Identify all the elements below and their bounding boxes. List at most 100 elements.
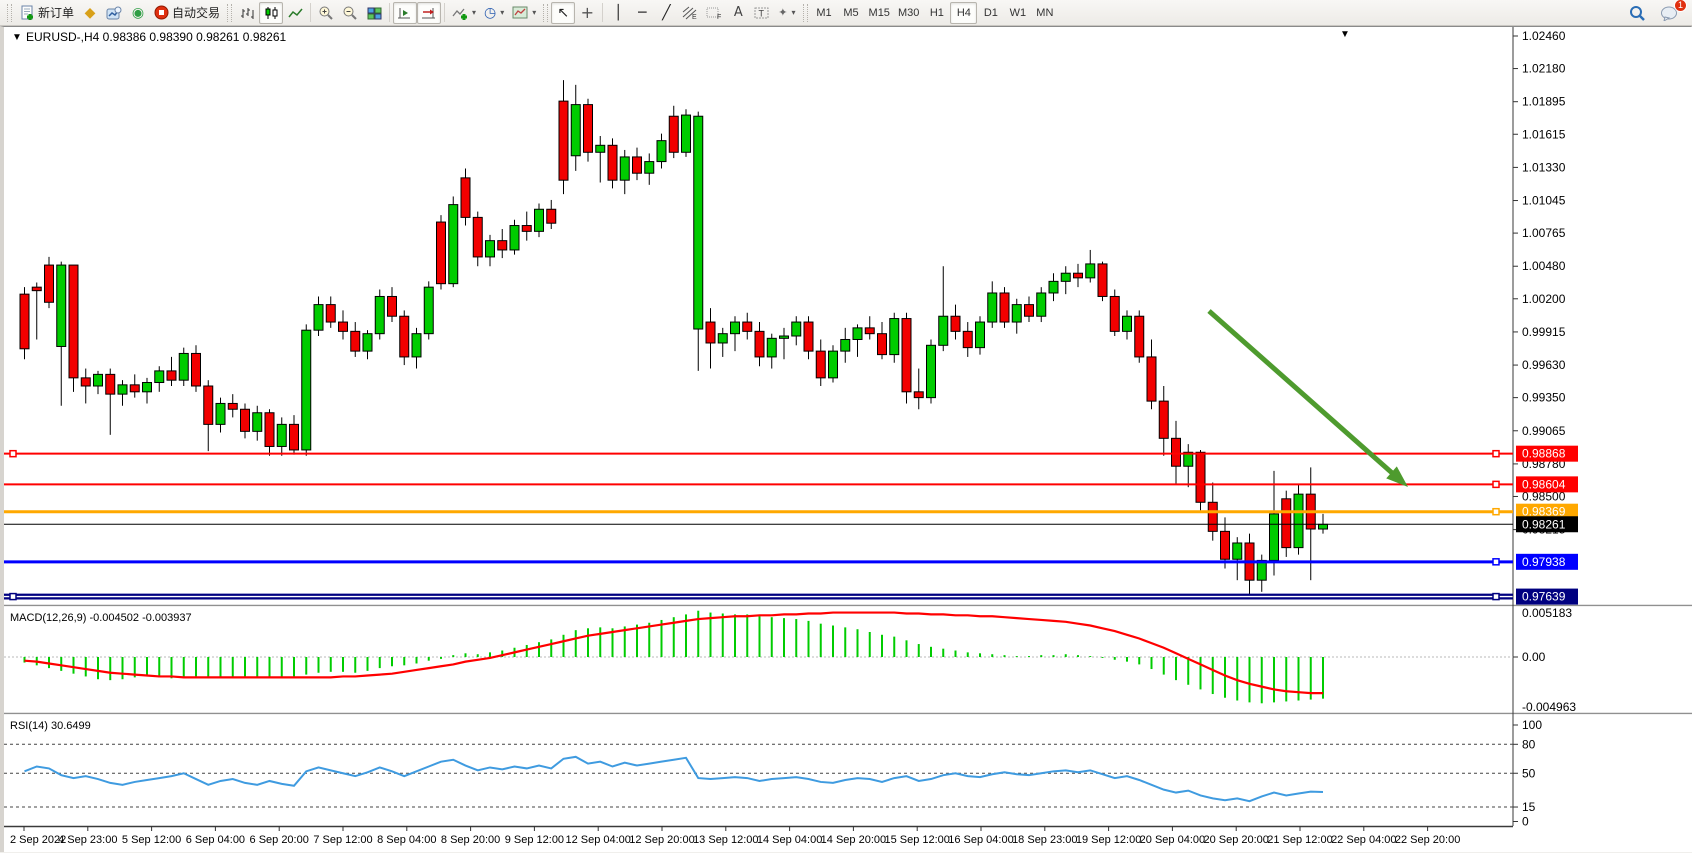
svg-text:1.00480: 1.00480	[1522, 259, 1566, 273]
svg-text:0.99065: 0.99065	[1522, 424, 1566, 438]
vertical-line-button[interactable]: │	[606, 2, 630, 24]
svg-text:20 Sep 04:00: 20 Sep 04:00	[1140, 834, 1205, 846]
gold-icon: ◆	[85, 6, 96, 20]
svg-text:21 Sep 12:00: 21 Sep 12:00	[1267, 834, 1332, 846]
new-order-label: 新订单	[38, 4, 74, 21]
svg-text:0.98261: 0.98261	[1522, 517, 1566, 531]
candlestick-button[interactable]	[259, 2, 283, 24]
timeframe-MN[interactable]: MN	[1031, 2, 1058, 24]
periods-button[interactable]: ◷ ▾	[480, 2, 508, 24]
cursor-icon: ↖	[557, 6, 569, 20]
new-order-button[interactable]: 新订单	[15, 2, 78, 24]
notification-badge: 1	[1674, 0, 1687, 12]
svg-text:7 Sep 12:00: 7 Sep 12:00	[313, 834, 372, 846]
fibonacci-icon: E	[682, 6, 698, 20]
svg-text:1.02180: 1.02180	[1522, 62, 1566, 76]
timeframe-M5[interactable]: M5	[838, 2, 865, 24]
chevron-down-icon: ▾	[500, 8, 504, 17]
horizontal-line-button[interactable]: ─	[630, 2, 654, 24]
toolbar-grip[interactable]	[543, 4, 548, 22]
timeframe-M30[interactable]: M30	[894, 2, 923, 24]
equidistant-button[interactable]: F	[702, 2, 726, 24]
chart-canvas[interactable]: 1.024601.021801.018951.016151.013301.010…	[4, 27, 1692, 852]
svg-text:100: 100	[1522, 718, 1542, 732]
svg-text:20 Sep 20:00: 20 Sep 20:00	[1203, 834, 1268, 846]
macd-label: MACD(12,26,9) -0.004502 -0.003937	[10, 612, 192, 624]
text-button[interactable]: A	[726, 2, 750, 24]
toolbar-grip[interactable]	[803, 4, 808, 22]
toolbar-grip[interactable]	[227, 4, 232, 22]
bar-chart-icon	[240, 6, 255, 20]
svg-text:14 Sep 04:00: 14 Sep 04:00	[757, 834, 822, 846]
zoom-out-button[interactable]	[338, 2, 362, 24]
gold-button[interactable]: ◆	[78, 2, 102, 24]
templates-icon	[512, 6, 528, 19]
timeframe-D1[interactable]: D1	[977, 2, 1004, 24]
svg-text:0.97938: 0.97938	[1522, 555, 1566, 569]
timeframe-H1[interactable]: H1	[923, 2, 950, 24]
svg-text:1.01615: 1.01615	[1522, 127, 1566, 141]
tile-windows-button[interactable]	[362, 2, 386, 24]
search-icon	[1629, 5, 1646, 21]
chevron-down-icon: ▾	[532, 8, 536, 17]
svg-text:4 Sep 23:00: 4 Sep 23:00	[58, 834, 117, 846]
toolbar-grip[interactable]	[7, 4, 12, 22]
timeframe-M15[interactable]: M15	[865, 2, 894, 24]
signal-icon: ◉	[132, 6, 144, 20]
shapes-button[interactable]: ✦ ▾	[774, 2, 799, 24]
timeframe-M1[interactable]: M1	[811, 2, 838, 24]
timeframe-W1[interactable]: W1	[1004, 2, 1031, 24]
fibonacci-button[interactable]: E	[678, 2, 702, 24]
svg-text:12 Sep 20:00: 12 Sep 20:00	[629, 834, 694, 846]
zoom-in-button[interactable]	[314, 2, 338, 24]
svg-text:12 Sep 04:00: 12 Sep 04:00	[565, 834, 630, 846]
horizontal-line-icon: ─	[638, 6, 646, 20]
chart-profile-button[interactable]	[102, 2, 126, 24]
notifications-button[interactable]: 1	[1656, 2, 1682, 24]
trendline-button[interactable]: ╱	[654, 2, 678, 24]
svg-text:19 Sep 12:00: 19 Sep 12:00	[1076, 834, 1141, 846]
svg-text:0.99915: 0.99915	[1522, 325, 1566, 339]
text-label-button[interactable]: T	[750, 2, 774, 24]
auto-scroll-icon	[397, 6, 413, 20]
svg-text:0.00: 0.00	[1522, 650, 1546, 664]
svg-text:1.00200: 1.00200	[1522, 292, 1566, 306]
signal-button[interactable]: ◉	[126, 2, 150, 24]
chart-shift-button[interactable]	[417, 2, 441, 24]
timeframe-bar: M1M5M15M30H1H4D1W1MN	[811, 2, 1059, 24]
auto-trade-button[interactable]: 自动交易	[150, 2, 224, 24]
svg-text:13 Sep 12:00: 13 Sep 12:00	[693, 834, 758, 846]
rsi-label: RSI(14) 30.6499	[10, 720, 91, 732]
svg-text:0.99630: 0.99630	[1522, 358, 1566, 372]
svg-text:0: 0	[1522, 815, 1529, 829]
bar-chart-button[interactable]	[235, 2, 259, 24]
svg-text:5 Sep 12:00: 5 Sep 12:00	[122, 834, 181, 846]
candlestick-icon	[264, 6, 279, 20]
chart-window[interactable]: 1.024601.021801.018951.016151.013301.010…	[0, 26, 1692, 852]
search-button[interactable]	[1625, 2, 1650, 24]
cursor-button[interactable]: ↖	[551, 2, 575, 24]
svg-text:T: T	[759, 8, 765, 18]
svg-text:0.99350: 0.99350	[1522, 391, 1566, 405]
svg-text:0.98868: 0.98868	[1522, 447, 1566, 461]
line-chart-button[interactable]	[283, 2, 307, 24]
chart-shift-marker[interactable]: ▼	[1340, 29, 1350, 40]
chart-title: ▼EURUSD-,H4 0.98386 0.98390 0.98261 0.98…	[12, 30, 287, 44]
svg-text:16 Sep 04:00: 16 Sep 04:00	[948, 834, 1013, 846]
crosshair-button[interactable]: +	[575, 2, 599, 24]
chart-profile-icon	[106, 6, 122, 20]
svg-text:6 Sep 20:00: 6 Sep 20:00	[250, 834, 309, 846]
timeframe-H4[interactable]: H4	[950, 2, 977, 24]
svg-text:18 Sep 23:00: 18 Sep 23:00	[1012, 834, 1077, 846]
svg-text:15: 15	[1522, 800, 1536, 814]
chevron-down-icon: ▾	[472, 8, 476, 17]
auto-scroll-button[interactable]	[393, 2, 417, 24]
new-order-icon	[19, 5, 35, 21]
templates-button[interactable]: ▾	[508, 2, 540, 24]
text-icon: A	[734, 6, 743, 19]
indicators-button[interactable]: ▾	[448, 2, 480, 24]
svg-text:9 Sep 12:00: 9 Sep 12:00	[505, 834, 564, 846]
chevron-down-icon: ▾	[792, 8, 796, 17]
svg-text:1.01895: 1.01895	[1522, 95, 1566, 109]
svg-text:0.97639: 0.97639	[1522, 590, 1566, 604]
